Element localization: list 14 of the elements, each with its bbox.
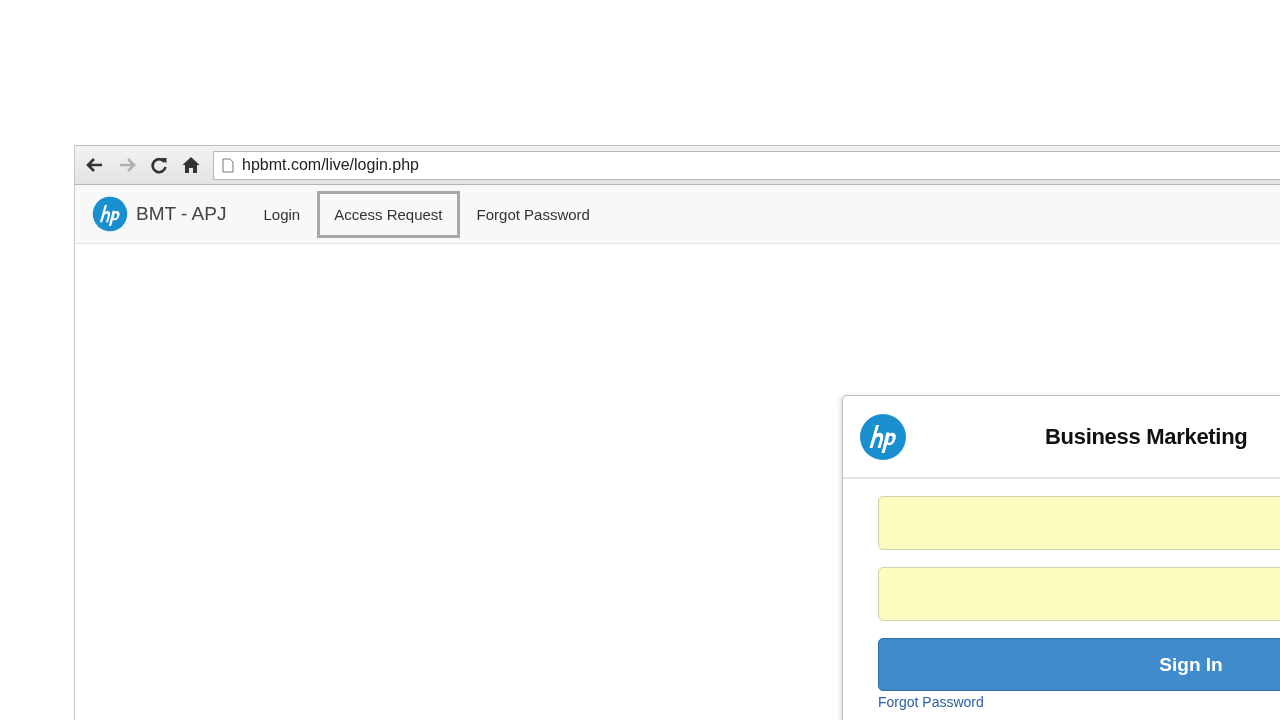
brand-name: BMT - APJ <box>136 203 227 225</box>
sign-in-button[interactable]: Sign In <box>878 638 1280 691</box>
url-text: hpbmt.com/live/login.php <box>242 156 419 174</box>
address-bar[interactable]: hpbmt.com/live/login.php <box>213 150 1280 180</box>
page-icon <box>222 157 234 173</box>
home-icon[interactable] <box>181 155 201 175</box>
nav-link[interactable]: Forgot Password <box>459 190 607 238</box>
logo-icon <box>859 412 907 461</box>
forgot-password-link[interactable]: Forgot Password <box>878 694 984 710</box>
logo-icon <box>92 196 128 232</box>
nav-link[interactable]: Login <box>246 190 318 238</box>
card-title: Business Marketing <box>1045 423 1248 450</box>
reload-icon[interactable] <box>149 155 169 175</box>
nav-link[interactable]: Access Request <box>317 190 460 238</box>
